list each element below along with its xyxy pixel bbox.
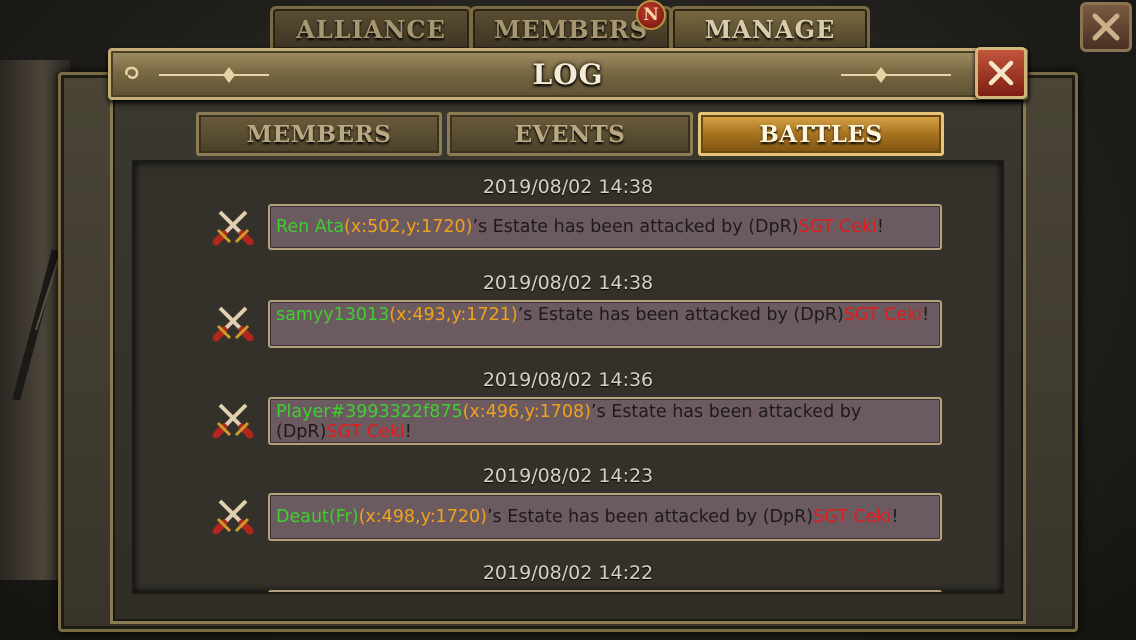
log-timestamp: 2019/08/02 14:38 <box>482 272 654 294</box>
background-weapon-icon <box>12 250 60 400</box>
coordinates-link[interactable]: (x:496,y:1708) <box>463 402 591 422</box>
crossed-swords-icon <box>212 210 254 246</box>
tab-events-label: EVENTS <box>514 120 626 148</box>
log-message-end: ! <box>891 507 899 527</box>
tab-events[interactable]: EVENTS <box>447 112 693 156</box>
member-name[interactable]: Ren Ata <box>276 217 344 237</box>
tab-battles[interactable]: BATTLES <box>698 112 944 156</box>
tab-alliance-label: ALLIANCE <box>296 14 446 44</box>
coordinates-link[interactable]: (x:502,y:1720) <box>344 217 472 237</box>
log-entry: Player#3993322f875(x:496,y:1708)’s Estat… <box>268 397 942 445</box>
log-timestamp: 2019/08/02 14:38 <box>482 176 654 198</box>
tab-alliance[interactable]: ALLIANCE <box>270 6 472 49</box>
title-ornament-right-icon <box>841 67 951 83</box>
log-entry: Deaut(Fr)(x:498,y:1720)’s Estate has bee… <box>268 493 942 541</box>
tab-manage-label: MANAGE <box>704 14 836 44</box>
attacker-name[interactable]: SGT Ceki <box>813 507 891 527</box>
member-name[interactable]: samyy13013 <box>276 305 389 325</box>
attacker-name[interactable]: SGT Ceki <box>844 305 922 325</box>
log-message: ’s Estate has been attacked by (DpR) <box>517 305 844 325</box>
member-name[interactable]: Player#3993322f875 <box>276 402 463 422</box>
battle-log-list[interactable]: 2019/08/02 14:38 Ren Ata(x:502,y:1720)’s… <box>132 160 1004 594</box>
log-message-end: ! <box>922 305 930 325</box>
log-entry: Ren Ata(x:502,y:1720)’s Estate has been … <box>268 204 942 250</box>
attacker-name[interactable]: SGT Ceki <box>799 217 877 237</box>
tab-members-top-label: MEMBERS <box>493 14 649 44</box>
close-x-icon <box>1092 13 1120 41</box>
tab-members[interactable]: MEMBERS <box>196 112 442 156</box>
crossed-swords-icon <box>212 499 254 535</box>
coordinates-link[interactable]: (x:493,y:1721) <box>389 305 517 325</box>
attacker-name[interactable]: SGT Ceki <box>326 422 404 442</box>
tab-battles-label: BATTLES <box>759 120 883 148</box>
log-entry: samyy13013(x:493,y:1721)’s Estate has be… <box>268 300 942 348</box>
close-x-icon <box>988 60 1014 86</box>
log-message-end: ! <box>404 422 412 442</box>
coordinates-link[interactable]: (x:498,y:1720) <box>359 507 487 527</box>
title-bar: LOG <box>108 48 1028 100</box>
log-timestamp: 2019/08/02 14:23 <box>482 465 654 487</box>
close-button[interactable] <box>975 47 1027 99</box>
member-name[interactable]: Deaut(Fr) <box>276 507 359 527</box>
log-timestamp: 2019/08/02 14:22 <box>482 562 654 584</box>
crossed-swords-icon <box>212 403 254 439</box>
tab-members-label: MEMBERS <box>246 120 392 148</box>
log-entry <box>268 590 942 592</box>
log-message: ’s Estate has been attacked by (DpR) <box>472 217 799 237</box>
background-close-button[interactable] <box>1080 2 1132 52</box>
log-timestamp: 2019/08/02 14:36 <box>482 369 654 391</box>
crossed-swords-icon <box>212 306 254 342</box>
log-message-end: ! <box>876 217 884 237</box>
log-message: ’s Estate has been attacked by (DpR) <box>486 507 814 527</box>
tab-manage[interactable]: MANAGE <box>670 6 870 49</box>
notification-badge: N <box>636 0 666 30</box>
